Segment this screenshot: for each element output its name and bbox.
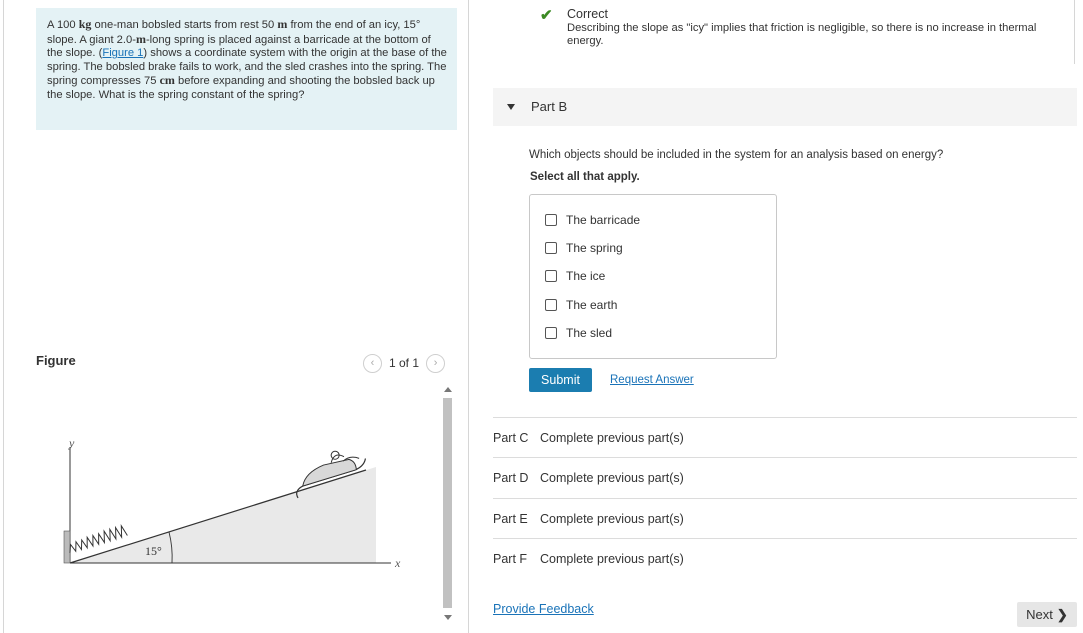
choice-sled[interactable]: The sled [545,326,612,340]
part-status: Complete previous part(s) [540,471,684,485]
part-b-instruction: Select all that apply. [530,171,640,183]
feedback-message: Describing the slope as "icy" implies th… [567,22,1037,47]
chevron-right-icon: › [433,357,438,369]
choice-label: The spring [566,241,623,255]
provide-feedback-link[interactable]: Provide Feedback [493,602,594,616]
part-b-question: Which objects should be included in the … [529,149,944,161]
submit-button[interactable]: Submit [529,368,592,392]
scroll-down-arrow-icon[interactable] [444,615,452,620]
choice-label: The ice [566,269,606,283]
choice-list: The barricade The spring The ice The ear… [529,194,777,359]
checkbox[interactable] [545,270,557,282]
part-label: Part E [493,512,528,526]
distance-unit: m [277,17,288,31]
problem-text: A 100 [47,19,79,31]
choice-label: The barricade [566,213,641,227]
choice-label: The sled [566,326,613,340]
angle-label: 15° [145,544,162,558]
checkbox[interactable] [545,327,557,339]
figure-pager: ‹ 1 of 1 › [363,353,446,373]
collapse-triangle-icon [507,104,515,110]
checkbox[interactable] [545,214,557,226]
feedback-status: Correct [567,7,608,21]
part-label: Part C [493,431,529,445]
problem-statement: A 100 kg one-man bobsled starts from res… [36,8,457,130]
checkbox[interactable] [545,299,557,311]
panel-divider [468,0,469,633]
checkmark-icon: ✔ [540,7,553,24]
next-label: Next [1026,607,1053,622]
x-axis-label: x [394,556,401,570]
part-b-label: Part B [531,99,568,114]
choice-ice[interactable]: The ice [545,269,605,283]
barricade [63,530,71,564]
figure-scrollbar[interactable] [441,385,455,625]
figure-image: y x 15° [36,385,436,625]
checkbox[interactable] [545,242,557,254]
part-status: Complete previous part(s) [540,552,684,566]
bobsled-slope-diagram: y x 15° [63,436,401,570]
choice-spring[interactable]: The spring [545,241,623,255]
choice-earth[interactable]: The earth [545,298,617,312]
request-answer-link[interactable]: Request Answer [610,374,694,386]
part-d-row: Part D Complete previous part(s) [493,457,1077,497]
part-e-row: Part E Complete previous part(s) [493,498,1077,538]
next-figure-button[interactable]: › [426,353,446,373]
choice-label: The earth [566,298,618,312]
y-axis-label: y [68,436,75,450]
next-button[interactable]: Next ❯ [1017,602,1077,627]
figure-link[interactable]: Figure 1 [102,47,143,59]
part-c-row: Part C Complete previous part(s) [493,417,1077,457]
left-border [3,0,4,633]
feedback-box-border [1074,0,1075,64]
chevron-left-icon: ‹ [370,357,375,369]
part-status: Complete previous part(s) [540,431,684,445]
choice-barricade[interactable]: The barricade [545,213,640,227]
part-b-header[interactable]: Part B [493,88,1077,126]
figure-page-count: 1 of 1 [389,356,420,370]
part-f-row: Part F Complete previous part(s) [493,538,1077,578]
scroll-up-arrow-icon[interactable] [444,387,452,392]
figure-title: Figure [36,353,76,368]
prev-figure-button[interactable]: ‹ [363,353,382,373]
spring-length-unit: m [135,31,146,46]
part-label: Part D [493,471,529,485]
scrollbar-thumb[interactable] [443,398,452,608]
compression-unit: cm [159,73,175,88]
part-status: Complete previous part(s) [540,512,684,526]
problem-text: one-man bobsled starts from rest 50 [91,19,278,31]
part-label: Part F [493,552,528,566]
chevron-right-icon: ❯ [1056,606,1068,622]
mass-unit: kg [78,17,92,31]
